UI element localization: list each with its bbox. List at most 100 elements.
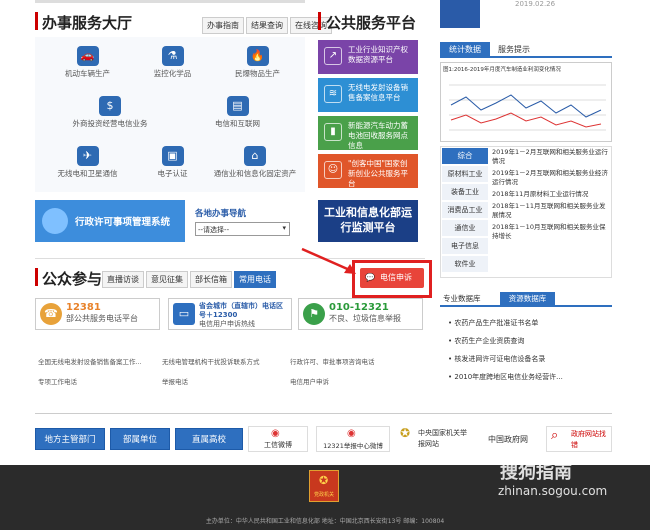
watermark-url: zhinan.sogou.com xyxy=(498,484,608,498)
stats-chart[interactable]: 图1:2016-2019年月度汽车制造业利润变化情况 xyxy=(440,62,612,142)
tab-opinion[interactable]: 意见征集 xyxy=(146,271,188,288)
gov-portal-link[interactable]: 中国政府网 xyxy=(488,434,528,445)
service-hall-title: 办事服务大厅 xyxy=(42,14,133,32)
news-item[interactable]: 2018年1－11月互联网和相关服务业发展情况 xyxy=(492,202,610,220)
svc-explosive[interactable]: 🔥 民爆物品生产 xyxy=(210,42,305,88)
universities-button[interactable]: 直属高校 xyxy=(175,428,243,450)
db-item[interactable]: • 核发进网许可证电信设备名录 xyxy=(448,354,545,364)
svc-vehicle[interactable]: 🚗 机动车辆生产 xyxy=(40,42,135,88)
emblem-icon: ✪ xyxy=(400,426,411,440)
svc-fixed-asset[interactable]: ⌂ 通信业和信息化固定资产 xyxy=(200,142,310,188)
svc-chemical[interactable]: ⚗ 监控化学品 xyxy=(125,42,220,88)
cat-comms[interactable]: 通信业 xyxy=(442,220,488,236)
tab-resource-db[interactable]: 资源数据库 xyxy=(500,292,555,306)
permit-icon xyxy=(42,208,68,234)
news-date: 2019.02.26 xyxy=(515,0,556,8)
party-gov-emblem[interactable]: ✪ 党政机关 xyxy=(309,470,339,502)
mobile-icon: ▭ xyxy=(173,303,195,325)
hotline-12381[interactable]: ☎ 12381 部公共服务电话平台 xyxy=(35,298,160,330)
svc-foreign-telecom[interactable]: $ 外商投资经营电信业务 xyxy=(55,92,165,138)
local-nav-label: 各地办事导航 xyxy=(195,209,247,219)
complaint-button[interactable]: 💬 电信申诉 xyxy=(360,268,424,288)
cat-all[interactable]: 综合 xyxy=(442,148,488,164)
annotation-arrow xyxy=(301,247,356,274)
svc-internet[interactable]: ▤ 电信和互联网 xyxy=(190,92,285,138)
cat-materials[interactable]: 原材料工业 xyxy=(442,166,488,182)
chart-graphic xyxy=(449,84,606,131)
tab-query[interactable]: 结果查询 xyxy=(246,17,288,34)
platform-ip[interactable]: ↗ 工业行业知识产权数据资源平台 xyxy=(318,40,418,74)
report-weibo-button[interactable]: ◉ 12321举报中心微博 xyxy=(316,426,390,452)
weibo-icon: ◉ xyxy=(271,428,280,439)
emblem-icon: ✪ xyxy=(319,474,329,487)
db-item[interactable]: • 2010年度跨地区电信业务经营许... xyxy=(448,372,563,382)
link-user-complaint[interactable]: 电信用户申诉 xyxy=(290,376,329,386)
tab-live[interactable]: 直播访谈 xyxy=(102,271,144,288)
cat-electronics[interactable]: 电子信息 xyxy=(442,238,488,254)
link-special[interactable]: 专项工作电话 xyxy=(38,376,77,386)
platform-battery[interactable]: ▮ 新能源汽车动力蓄电池回收服务网点信息 xyxy=(318,116,418,150)
news-item[interactable]: 2018年1－10月互联网和相关服务业保持增长 xyxy=(492,223,610,241)
tab-guide[interactable]: 办事指南 xyxy=(202,17,244,34)
chat-icon: 💬 xyxy=(365,273,375,282)
news-item[interactable]: 2019年1－2月互联网和相关服务业运行情况 xyxy=(492,148,610,166)
tab-phones[interactable]: 常用电话 xyxy=(234,271,276,288)
tab-pro-db[interactable]: 专业数据库 xyxy=(443,292,481,306)
tab-mailbox[interactable]: 部长信箱 xyxy=(190,271,232,288)
platform-radio[interactable]: ≋ 无线电发射设备销售备案信息平台 xyxy=(318,78,418,112)
cat-consumer[interactable]: 消费品工业 xyxy=(442,202,488,218)
svc-satellite[interactable]: ✈ 无线电和卫星通信 xyxy=(40,142,135,188)
house-icon: ⌂ xyxy=(244,146,266,166)
link-radio-filing[interactable]: 全国无线电发射设备销售备案工作... xyxy=(38,356,142,366)
link-permit-phone[interactable]: 行政许可、审批事项咨询电话 xyxy=(290,356,375,366)
platform-maker[interactable]: ☺ "创客中国"国家创新创业公共服务平台 xyxy=(318,154,418,188)
title-marker xyxy=(35,12,38,30)
tab-service-tips[interactable]: 服务提示 xyxy=(498,42,530,58)
db-item[interactable]: • 农药产品生产批准证书名单 xyxy=(448,318,538,328)
chevron-down-icon: ▾ xyxy=(282,224,286,232)
public-platform-title: 公共服务平台 xyxy=(326,14,417,32)
phone-icon: ☎ xyxy=(40,303,62,325)
local-authority-button[interactable]: 地方主管部门 xyxy=(35,428,105,450)
chart-caption: 图1:2016-2019年月度汽车制造业利润变化情况 xyxy=(443,67,561,73)
wifi-icon: ≋ xyxy=(324,85,342,103)
news-thumbnail[interactable] xyxy=(440,0,480,28)
error-finder-link[interactable]: ⌕ 政府网站找错 xyxy=(546,426,612,452)
footer-text: 主办单位：中华人民共和国工业和信息化部 地址：中国北京西长安街13号 邮编：10… xyxy=(205,518,445,525)
ministry-weibo-button[interactable]: ◉ 工信微博 xyxy=(248,426,308,452)
flame-icon: 🔥 xyxy=(246,46,269,66)
people-icon: ☺ xyxy=(324,161,342,179)
local-nav-select[interactable]: --请选择-- ▾ xyxy=(195,222,290,236)
tab-statistics[interactable]: 统计数据 xyxy=(440,42,490,58)
affiliated-units-button[interactable]: 部属单位 xyxy=(110,428,170,450)
link-interference[interactable]: 无线电管理机构干扰投诉联系方式 xyxy=(162,356,260,366)
building-icon: $ xyxy=(99,96,121,116)
stats-news-list: 2019年1－2月互联网和相关服务业运行情况 2019年1－2月互联网和相关服务… xyxy=(492,148,610,241)
divider xyxy=(35,258,425,259)
top-divider xyxy=(35,0,305,3)
divider xyxy=(35,413,612,414)
watermark-logo: 搜狗指南 xyxy=(500,462,572,483)
flask-icon: ⚗ xyxy=(161,46,184,66)
doc-icon: ▤ xyxy=(226,96,249,116)
link-report[interactable]: 举报电话 xyxy=(162,376,188,386)
news-item[interactable]: 2019年1－2月互联网和相关服务业经济运行情况 xyxy=(492,169,610,187)
hotline-12300[interactable]: ▭ 省会城市（直辖市）电话区号＋12300 电信用户申诉热线 xyxy=(168,298,292,330)
magnifier-icon: ⌕ xyxy=(551,428,559,443)
report-center-link[interactable]: ✪ 中央国家机关举报网站 xyxy=(398,426,472,452)
stats-categories: 综合 原材料工业 装备工业 消费品工业 通信业 电子信息 软件业 xyxy=(442,148,488,272)
cat-equipment[interactable]: 装备工业 xyxy=(442,184,488,200)
chart-icon: ↗ xyxy=(324,47,342,65)
cat-software[interactable]: 软件业 xyxy=(442,256,488,272)
title-marker xyxy=(35,268,38,286)
battery-icon: ▮ xyxy=(324,123,342,141)
monitor-platform-banner[interactable]: 工业和信息化部运行监测平台 xyxy=(318,200,418,242)
service-hall-tabs: 办事指南 结果查询 在线咨询 xyxy=(200,17,332,34)
title-marker xyxy=(318,12,321,30)
public-participation-title: 公众参与 xyxy=(42,270,103,288)
news-item[interactable]: 2018年11月原材料工业运行情况 xyxy=(492,190,610,199)
db-item[interactable]: • 农药生产企业资质查询 xyxy=(448,336,524,346)
hotline-12321[interactable]: ⚑ 010-12321 不良、垃圾信息举报 xyxy=(298,298,423,330)
car-icon: 🚗 xyxy=(76,46,99,66)
participation-tabs: 直播访谈 意见征集 部长信箱 常用电话 xyxy=(100,271,276,288)
